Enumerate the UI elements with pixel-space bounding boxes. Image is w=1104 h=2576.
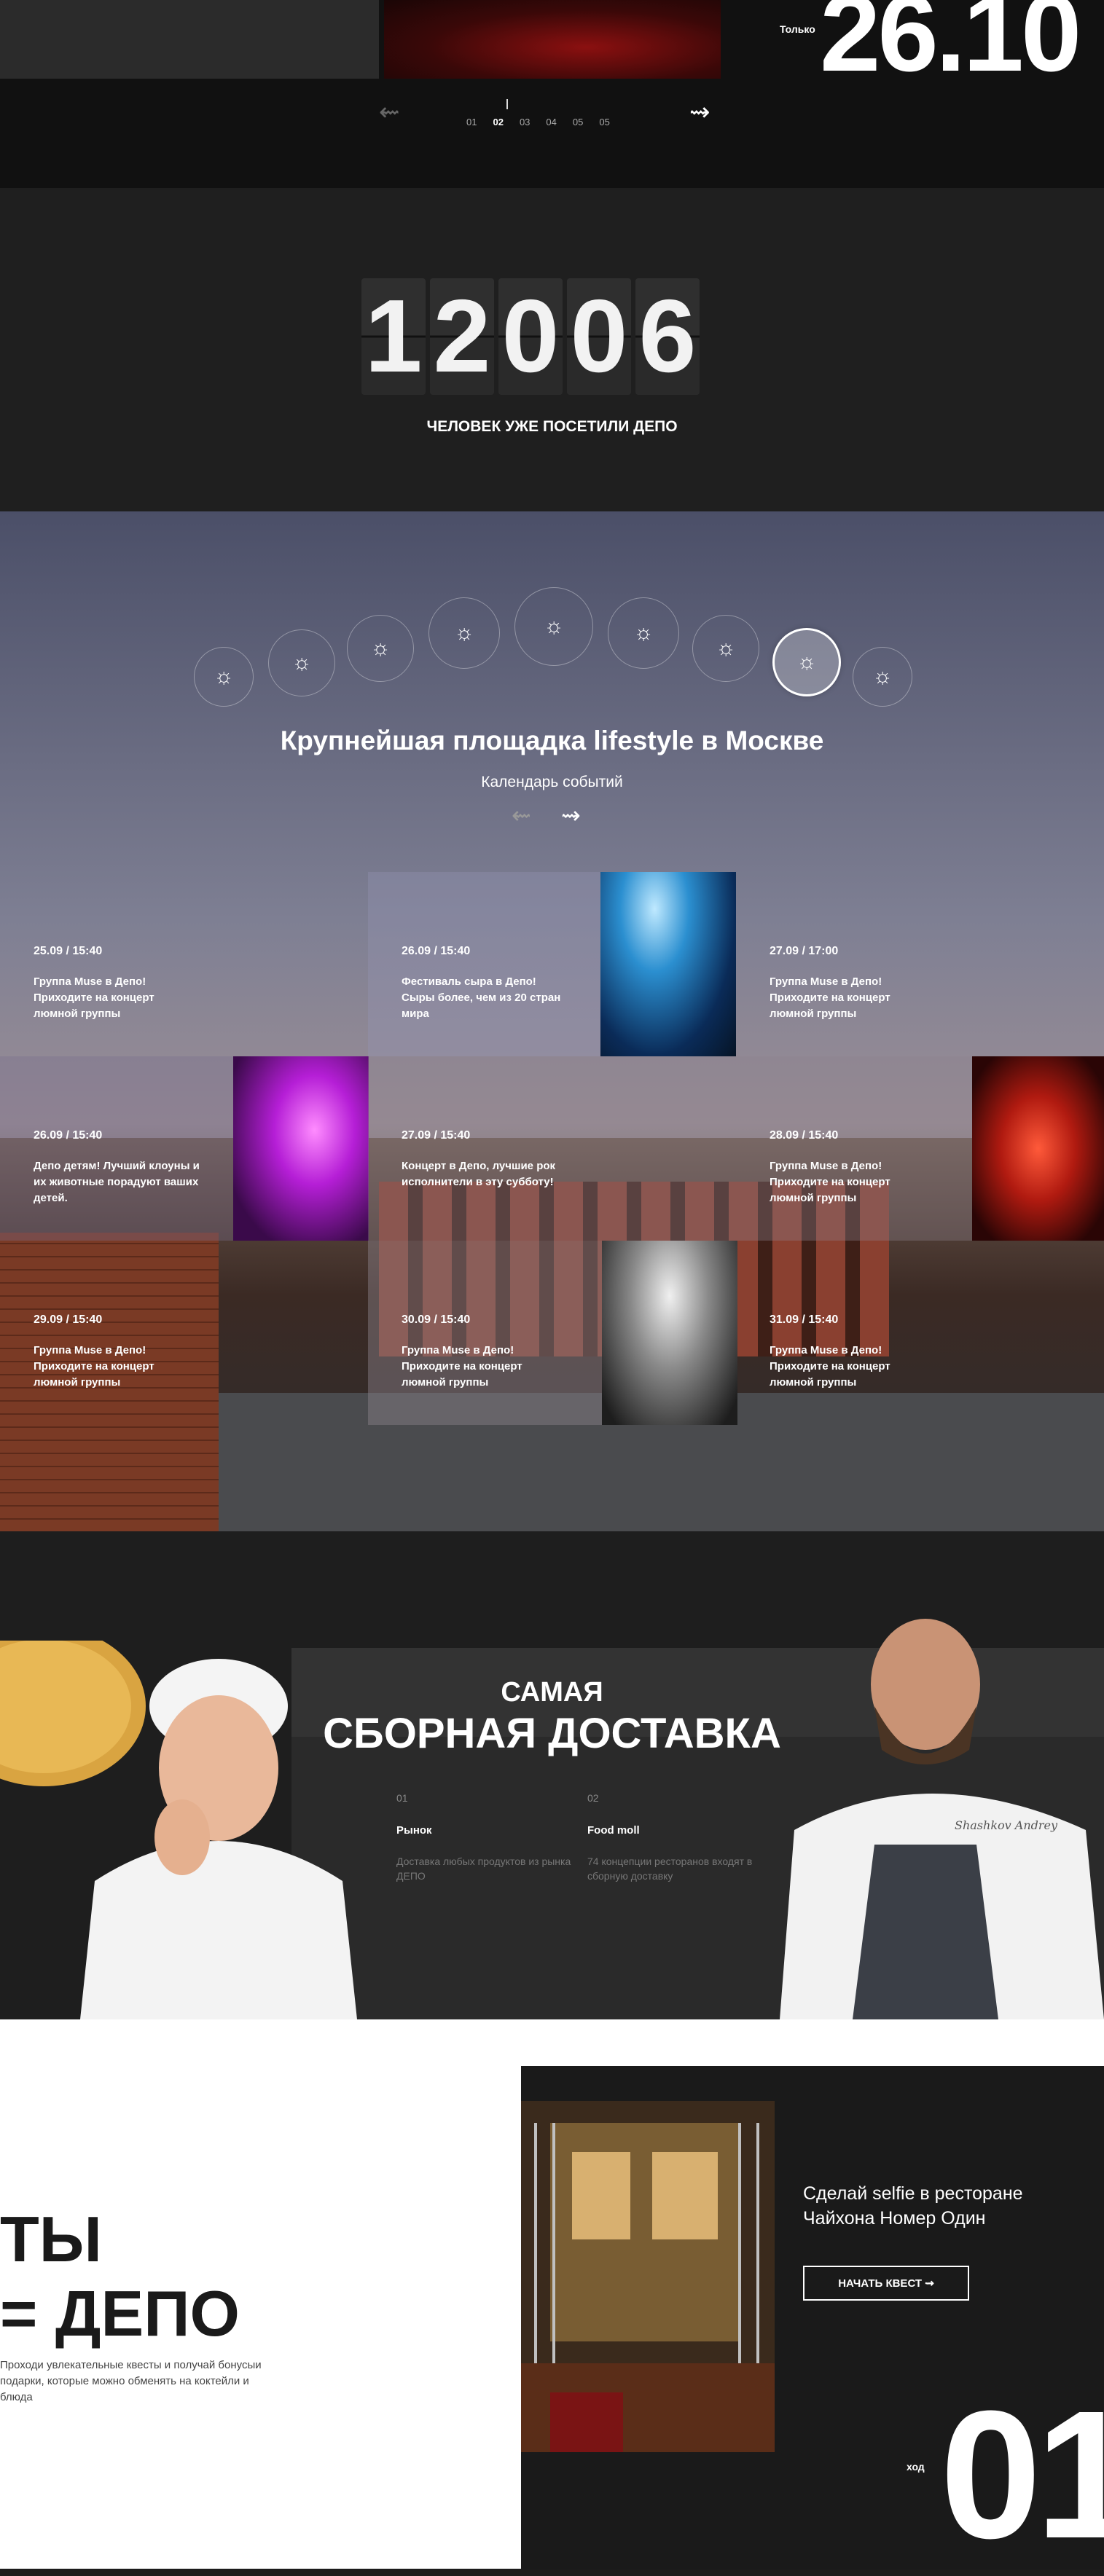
chef-signature: Shashkov Andrey — [955, 1818, 1058, 1832]
sun-icon[interactable]: ☼ — [608, 597, 679, 669]
start-quest-button[interactable]: НАЧАТЬ КВЕСТ ⇝ — [803, 2266, 969, 2301]
sun-icon[interactable]: ☼ — [268, 629, 335, 696]
counter-digit: 1 — [361, 278, 426, 395]
slider-page-6[interactable]: 05 — [599, 117, 609, 127]
slider-page-1[interactable]: 01 — [466, 117, 477, 127]
sun-icon[interactable]: ☼ — [347, 615, 414, 682]
event-title: Группа Muse в Депо! Приходите на концерт… — [770, 1160, 890, 1204]
event-date: 27.09 / 15:40 — [402, 1129, 471, 1142]
event-title: Фестиваль сыра в Депо! Сыры более, чем и… — [402, 975, 561, 1020]
calendar-prev-arrow-icon[interactable]: ⇜ — [512, 801, 531, 829]
lifestyle-section: ☼ ☼ ☼ ☼ ☼ ☼ ☼ ☼ ☼ Крупнейшая площадка li… — [0, 511, 1104, 1531]
quest-section: ТЫ = ДЕПО Проходи увлекательные квесты и… — [0, 2019, 1104, 2569]
event-card[interactable]: 27.09 / 15:40 Концерт в Депо, лучшие рок… — [368, 1056, 736, 1241]
rock-concert-photo — [972, 1056, 1104, 1241]
event-title: Депо детям! Лучший клоуны и их животные … — [34, 1160, 200, 1204]
counter-digit: 2 — [430, 278, 494, 395]
step-number: 01 — [940, 2373, 1104, 2576]
sun-icon[interactable]: ☼ — [692, 615, 759, 682]
counter-digit: 6 — [635, 278, 700, 395]
calendar-next-arrow-icon[interactable]: ⇝ — [561, 801, 581, 829]
calendar-subtitle: Календарь событий — [481, 774, 623, 790]
slider-page-3[interactable]: 03 — [520, 117, 530, 127]
item-heading: Food moll — [587, 1824, 640, 1837]
counter-digits: 1 2 0 0 6 — [361, 278, 700, 395]
top-slider: Только 26.10 ⇜ 01 02 03 04 05 05 ⇝ — [0, 0, 1104, 188]
sun-icon[interactable]: ☼ — [194, 647, 254, 707]
sun-icon-active[interactable]: ☼ — [772, 628, 841, 696]
quest-heading-line1: ТЫ — [0, 2203, 102, 2275]
visitor-counter: 1 2 0 0 6 ЧЕЛОВЕК УЖЕ ПОСЕТИЛИ ДЕПО — [0, 188, 1104, 511]
delivery-title-small: САМАЯ — [501, 1677, 603, 1708]
event-title: Группа Muse в Депо! Приходите на концерт… — [34, 1344, 154, 1389]
promo-date: 26.10 — [820, 0, 1081, 94]
slider-pagination: 01 02 03 04 05 05 — [466, 117, 610, 127]
item-heading: Рынок — [396, 1824, 432, 1837]
quest-task: Сделай selfie в ресторане Чайхона Номер … — [803, 2183, 1023, 2229]
stage-show-photo — [233, 1056, 369, 1241]
counter-digit: 0 — [567, 278, 631, 395]
counter-digit: 0 — [498, 278, 563, 395]
slide-image-center — [384, 0, 721, 79]
slider-next-arrow-icon[interactable]: ⇝ — [689, 98, 710, 127]
quest-description: Проходи увлекательные квесты и получай б… — [0, 2359, 262, 2403]
item-text: 74 концепции ресторанов входят в сборную… — [587, 1856, 753, 1882]
event-card[interactable]: 27.09 / 17:00 Группа Muse в Депо! Приход… — [736, 872, 1104, 1056]
slide-image-left — [0, 0, 379, 79]
event-date: 29.09 / 15:40 — [34, 1313, 103, 1326]
counter-caption: ЧЕЛОВЕК УЖЕ ПОСЕТИЛИ ДЕПО — [426, 418, 678, 435]
slider-prev-arrow-icon[interactable]: ⇜ — [379, 98, 400, 127]
event-title: Группа Muse в Депо! Приходите на концерт… — [770, 975, 890, 1020]
item-number: 02 — [587, 1792, 599, 1804]
concert-photo — [600, 872, 736, 1056]
event-date: 31.09 / 15:40 — [770, 1313, 839, 1326]
sun-icon[interactable]: ☼ — [428, 597, 500, 669]
only-label: Только — [780, 23, 815, 35]
sun-icon[interactable]: ☼ — [853, 647, 912, 707]
event-title: Группа Muse в Депо! Приходите на концерт… — [34, 975, 154, 1020]
event-card[interactable]: 25.09 / 15:40 Группа Muse в Депо! Приход… — [0, 872, 368, 1056]
slider-page-5[interactable]: 05 — [573, 117, 583, 127]
event-title: Концерт в Депо, лучшие рок исполнители в… — [402, 1160, 556, 1188]
delivery-item[interactable]: 01 Рынок Доставка любых продуктов из рын… — [396, 1792, 571, 1883]
event-date: 25.09 / 15:40 — [34, 945, 103, 957]
singer-photo — [602, 1241, 737, 1425]
step-label: ход — [907, 2461, 925, 2473]
event-card[interactable]: 31.09 / 15:40 Группа Muse в Депо! Приход… — [736, 1241, 1104, 1425]
delivery-item[interactable]: 02 Food moll 74 концепции ресторанов вхо… — [587, 1792, 762, 1883]
slider-page-4[interactable]: 04 — [546, 117, 556, 127]
item-text: Доставка любых продуктов из рынка ДЕПО — [396, 1856, 571, 1882]
event-card[interactable]: 29.09 / 15:40 Группа Muse в Депо! Приход… — [0, 1241, 368, 1425]
slider-active-marker — [506, 99, 508, 109]
item-number: 01 — [396, 1792, 408, 1804]
event-title: Группа Muse в Депо! Приходите на концерт… — [402, 1344, 522, 1389]
delivery-section: Shashkov Andrey САМАЯ СБОРНАЯ ДОСТАВКА 0… — [0, 1531, 1104, 2019]
event-title: Группа Muse в Депо! Приходите на концерт… — [770, 1344, 890, 1389]
event-date: 27.09 / 17:00 — [770, 945, 839, 957]
chef-photo: Shashkov Andrey — [780, 1611, 1104, 2019]
section-title: Крупнейшая площадка lifestyle в Москве — [280, 726, 824, 755]
sun-icon[interactable]: ☼ — [514, 587, 593, 666]
restaurant-photo — [521, 2101, 775, 2452]
quest-heading-line2: = ДЕПО — [0, 2277, 240, 2349]
slider-page-2[interactable]: 02 — [493, 117, 503, 127]
delivery-title-big: СБОРНАЯ ДОСТАВКА — [323, 1710, 781, 1757]
